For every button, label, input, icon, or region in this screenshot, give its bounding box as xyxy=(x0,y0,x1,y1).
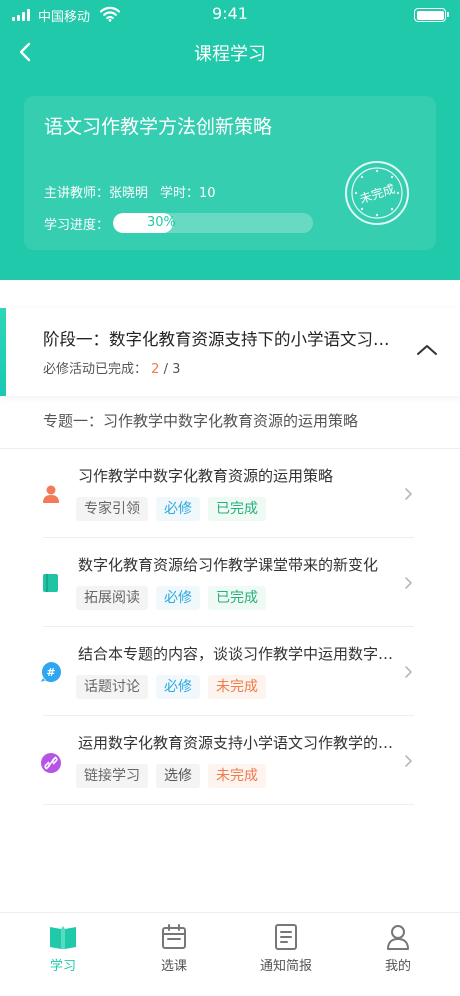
course-meta: 主讲教师：张晓明 学时：10 xyxy=(44,182,216,201)
progress-bar: 30% xyxy=(113,213,314,233)
status-time: 9:41 xyxy=(212,4,248,23)
status-tag: 未完成 xyxy=(208,764,266,788)
activity-title: 运用数字化教育资源支持小学语文习作教学的案例 xyxy=(78,734,396,752)
activity-tags: 拓展阅读 必修 已完成 xyxy=(76,586,266,610)
activity-item[interactable]: # 结合本专题的内容，谈谈习作教学中运用数字化教育资源的体会 话题讨论 必修 未… xyxy=(0,627,460,716)
learning-progress: 学习进度： 30% xyxy=(44,213,314,233)
divider xyxy=(43,804,414,805)
chevron-up-icon[interactable] xyxy=(414,340,440,360)
status-tag: 未完成 xyxy=(208,675,266,699)
activity-type-tag: 专家引领 xyxy=(76,497,148,521)
tab-notices[interactable]: 通知简报 xyxy=(246,923,326,974)
hours-label: 学时：10 xyxy=(160,186,216,201)
course-card: 语文习作教学方法创新策略 主讲教师：张晓明 学时：10 学习进度： 30% 未完成 xyxy=(24,96,436,250)
status-bar: 中国移动 9:41 xyxy=(0,0,460,30)
expert-icon xyxy=(43,485,59,503)
chevron-right-icon xyxy=(405,755,412,767)
link-icon xyxy=(41,753,61,773)
tab-label: 我的 xyxy=(384,959,411,974)
user-icon xyxy=(387,925,409,950)
activity-item[interactable]: 数字化教育资源给习作教学课堂带来的新变化 拓展阅读 必修 已完成 xyxy=(0,538,460,627)
activity-type-tag: 话题讨论 xyxy=(76,675,148,699)
page-title: 课程学习 xyxy=(194,44,266,65)
activity-title: 结合本专题的内容，谈谈习作教学中运用数字化教育资源的体会 xyxy=(78,645,396,663)
svg-text:#: # xyxy=(46,666,55,679)
stage-progress: 必修活动已完成： 2 / 3 xyxy=(43,358,180,377)
activity-item[interactable]: 运用数字化教育资源支持小学语文习作教学的案例 链接学习 选修 未完成 xyxy=(0,716,460,805)
activity-tags: 链接学习 选修 未完成 xyxy=(76,764,266,788)
requirement-tag: 必修 xyxy=(156,497,200,521)
calendar-icon xyxy=(162,924,186,949)
course-title: 语文习作教学方法创新策略 xyxy=(44,116,273,138)
book-open-icon xyxy=(50,926,76,949)
activity-title: 习作教学中数字化教育资源的运用策略 xyxy=(78,467,334,485)
stage-accent-bar xyxy=(0,308,6,396)
tab-label: 通知简报 xyxy=(259,959,312,974)
progress-percent: 30% xyxy=(147,215,176,230)
activity-type-tag: 拓展阅读 xyxy=(76,586,148,610)
tab-label: 选课 xyxy=(160,959,187,974)
battery-icon xyxy=(414,8,449,22)
requirement-tag: 必修 xyxy=(156,675,200,699)
stamp-text: 未完成 xyxy=(358,181,397,206)
requirement-tag: 必修 xyxy=(156,586,200,610)
teacher-label: 主讲教师：张晓明 xyxy=(44,186,149,201)
tab-label: 学习 xyxy=(49,959,76,974)
activity-item[interactable]: 习作教学中数字化教育资源的运用策略 专家引领 必修 已完成 xyxy=(0,449,460,538)
notice-icon xyxy=(275,924,297,950)
tab-profile[interactable]: 我的 xyxy=(358,923,438,974)
stage-progress-label: 必修活动已完成： xyxy=(43,362,148,377)
chevron-right-icon xyxy=(405,577,412,589)
activity-title: 数字化教育资源给习作教学课堂带来的新变化 xyxy=(78,556,379,574)
tab-courses[interactable]: 选课 xyxy=(134,923,214,974)
topic-icon: # xyxy=(41,662,61,682)
progress-label: 学习进度： xyxy=(44,217,110,233)
activity-tags: 专家引领 必修 已完成 xyxy=(76,497,266,521)
topic-title: 专题一：习作教学中数字化教育资源的运用策略 xyxy=(43,412,359,430)
stage-card[interactable]: 阶段一：数字化教育资源支持下的小学语文习作教学 必修活动已完成： 2 / 3 xyxy=(0,308,460,396)
status-tag: 已完成 xyxy=(208,497,266,521)
chevron-right-icon xyxy=(405,666,412,678)
requirement-tag: 选修 xyxy=(156,764,200,788)
status-tag: 已完成 xyxy=(208,586,266,610)
stage-completed-count: 2 xyxy=(151,362,160,377)
tab-study[interactable]: 学习 xyxy=(23,923,103,974)
incomplete-stamp-icon: 未完成 xyxy=(345,161,409,225)
activity-tags: 话题讨论 必修 未完成 xyxy=(76,675,266,699)
bottom-tab-bar: 学习 选课 通知简报 我的 xyxy=(0,912,460,996)
activity-type-tag: 链接学习 xyxy=(76,764,148,788)
book-icon xyxy=(43,574,58,592)
course-header: 中国移动 9:41 课程学习 语文习作教学方法创新策略 主讲教师：张晓明 学时：1… xyxy=(0,0,460,280)
stage-progress-separator: / xyxy=(163,362,168,377)
stage-title: 阶段一：数字化教育资源支持下的小学语文习作教学 xyxy=(43,330,403,349)
chevron-right-icon xyxy=(405,488,412,500)
stage-total-count: 3 xyxy=(172,362,181,377)
